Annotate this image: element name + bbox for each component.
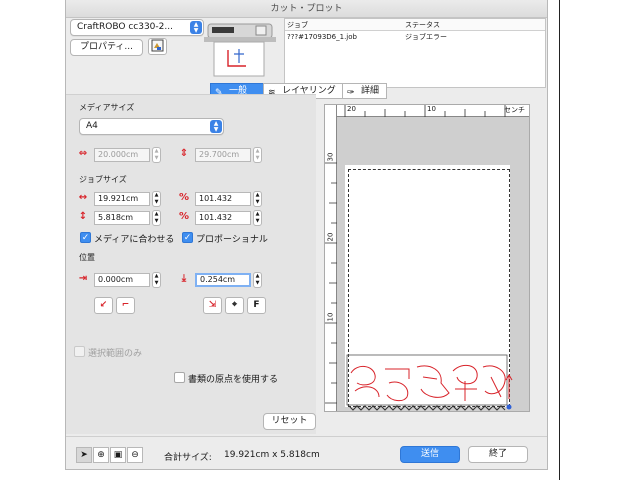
selection-only-label: 選択範囲のみ	[88, 349, 143, 359]
zoom-tool-icon[interactable]: ⊕	[93, 447, 109, 463]
status-column-header: ステータス	[405, 21, 440, 29]
ruler-top-label-10: 10	[427, 105, 436, 113]
settings-panel: メディアサイズ A4 ▲ ▼ ⇔ 20.000cm ▲ ▼ ⇕ 29.700cm ▲…	[66, 94, 316, 434]
move-pointer-icon[interactable]: ⇲	[203, 297, 222, 314]
position-y-stepper[interactable]: ▲ ▼	[253, 272, 262, 288]
position-x-stepper[interactable]: ▲ ▼	[152, 272, 161, 288]
pointer-tool-icon[interactable]: ➤	[76, 447, 92, 463]
tab-advanced-label: 詳細	[361, 86, 380, 96]
job-height-stepper[interactable]: ▲ ▼	[152, 210, 161, 226]
registration-mark-icon[interactable]: ⌖	[225, 297, 244, 314]
job-width-icon: ↔	[78, 192, 88, 203]
footer-bar: ➤ ⊕ ▣ ⊖ 合計サイズ: 19.921cm x 5.818cm 送信 終了	[66, 436, 547, 469]
position-heading: 位置	[79, 253, 95, 262]
media-size-value: A4	[86, 121, 98, 131]
fit-media-label: メディアに合わせる	[94, 235, 175, 245]
job-size-heading: ジョブサイズ	[79, 175, 127, 184]
ruler-top: 20 10 センチ	[325, 105, 529, 117]
job-list[interactable]: ジョブ ステータス ???#17093D6_1.job ジョブエラー	[284, 18, 546, 88]
media-width-stepper[interactable]: ▲ ▼	[152, 147, 161, 163]
reset-button[interactable]: リセット	[263, 413, 316, 430]
flip-icon[interactable]: F	[247, 297, 266, 314]
job-row[interactable]: ???#17093D6_1.job ジョブエラー	[285, 31, 545, 44]
total-size-label: 合計サイズ:	[164, 453, 212, 463]
job-width-stepper[interactable]: ▲ ▼	[152, 191, 161, 207]
job-height-icon: ↕	[78, 211, 88, 222]
ruler-left-label-10: 10	[326, 312, 335, 322]
job-height-field[interactable]: 5.818cm	[94, 211, 150, 225]
proportional-checkbox[interactable]: ✓	[182, 232, 193, 243]
doc-origin-checkbox[interactable]	[174, 372, 185, 383]
ruler-left-label-30: 30	[326, 152, 335, 162]
scale-x-icon: %	[178, 192, 190, 203]
selection-only-checkbox[interactable]	[74, 346, 85, 357]
printer-select-value: CraftROBO cc330-2...	[77, 22, 173, 32]
media-height-icon: ⇕	[179, 148, 189, 159]
ruler-unit: センチ	[504, 106, 525, 114]
job-list-header: ジョブ ステータス	[285, 19, 545, 31]
send-button[interactable]: 送信	[400, 446, 460, 463]
popup-arrows-icon: ▲ ▼	[210, 120, 222, 133]
proportional-label: プロポーショナル	[196, 235, 268, 245]
position-y-field[interactable]: 0.254cm	[195, 273, 251, 287]
tab-advanced[interactable]: ✑ 詳細	[342, 83, 387, 99]
media-height-stepper[interactable]: ▲ ▼	[253, 147, 262, 163]
media-width-icon: ⇔	[78, 148, 88, 159]
scale-x-field[interactable]: 101.432	[195, 192, 251, 206]
job-width-field[interactable]: 19.921cm	[94, 192, 150, 206]
fit-media-checkbox[interactable]: ✓	[80, 232, 91, 243]
properties-button[interactable]: プロパティ...	[70, 39, 143, 56]
background-divider-line	[559, 0, 560, 480]
position-y-icon: ⤓	[181, 273, 187, 284]
job-column-header: ジョブ	[287, 21, 308, 29]
ruler-top-label-20: 20	[347, 105, 356, 113]
printer-setup-icon-graphic	[151, 39, 164, 52]
media-height-field[interactable]: 29.700cm	[195, 148, 251, 162]
align-origin-icon[interactable]: ↙	[94, 297, 113, 314]
close-button[interactable]: 終了	[468, 446, 528, 463]
job-name: ???#17093D6_1.job	[287, 33, 357, 41]
scale-y-field[interactable]: 101.432	[195, 211, 251, 225]
scale-y-icon: %	[178, 211, 190, 222]
scale-x-stepper[interactable]: ▲ ▼	[253, 191, 262, 207]
media-size-select[interactable]: A4 ▲ ▼	[79, 118, 224, 135]
align-corner-icon[interactable]: ⌐	[116, 297, 135, 314]
position-x-icon: ⇥	[78, 273, 88, 284]
cut-preview[interactable]: 20 10 センチ 30 20 10	[324, 104, 530, 412]
ruler-left: 30 20 10	[325, 105, 337, 411]
scale-y-stepper[interactable]: ▲ ▼	[253, 210, 262, 226]
total-size-value: 19.921cm x 5.818cm	[224, 450, 320, 460]
window-title: カット・プロット	[66, 0, 547, 18]
ruler-left-ticks	[325, 162, 337, 404]
pen-icon: ✑	[347, 88, 355, 98]
cutter-illustration-graphic	[204, 23, 276, 77]
printer-select[interactable]: CraftROBO cc330-2... ▲ ▼	[70, 19, 204, 36]
cutter-illustration	[204, 20, 276, 78]
job-status: ジョブエラー	[405, 33, 447, 41]
doc-origin-label: 書類の原点を使用する	[188, 375, 279, 385]
media-width-field[interactable]: 20.000cm	[94, 148, 150, 162]
fit-page-tool-icon[interactable]: ▣	[110, 447, 126, 463]
cut-plot-window: カット・プロット CraftROBO cc330-2... ▲ ▼ プロパティ..…	[65, 0, 548, 470]
printer-setup-icon[interactable]	[148, 38, 167, 55]
media-size-heading: メディアサイズ	[79, 103, 135, 112]
popup-arrows-icon: ▲ ▼	[190, 21, 202, 34]
cut-artwork	[346, 354, 513, 411]
position-x-field[interactable]: 0.000cm	[94, 273, 150, 287]
zoom-out-tool-icon[interactable]: ⊖	[127, 447, 143, 463]
ruler-left-label-20: 20	[326, 232, 335, 242]
